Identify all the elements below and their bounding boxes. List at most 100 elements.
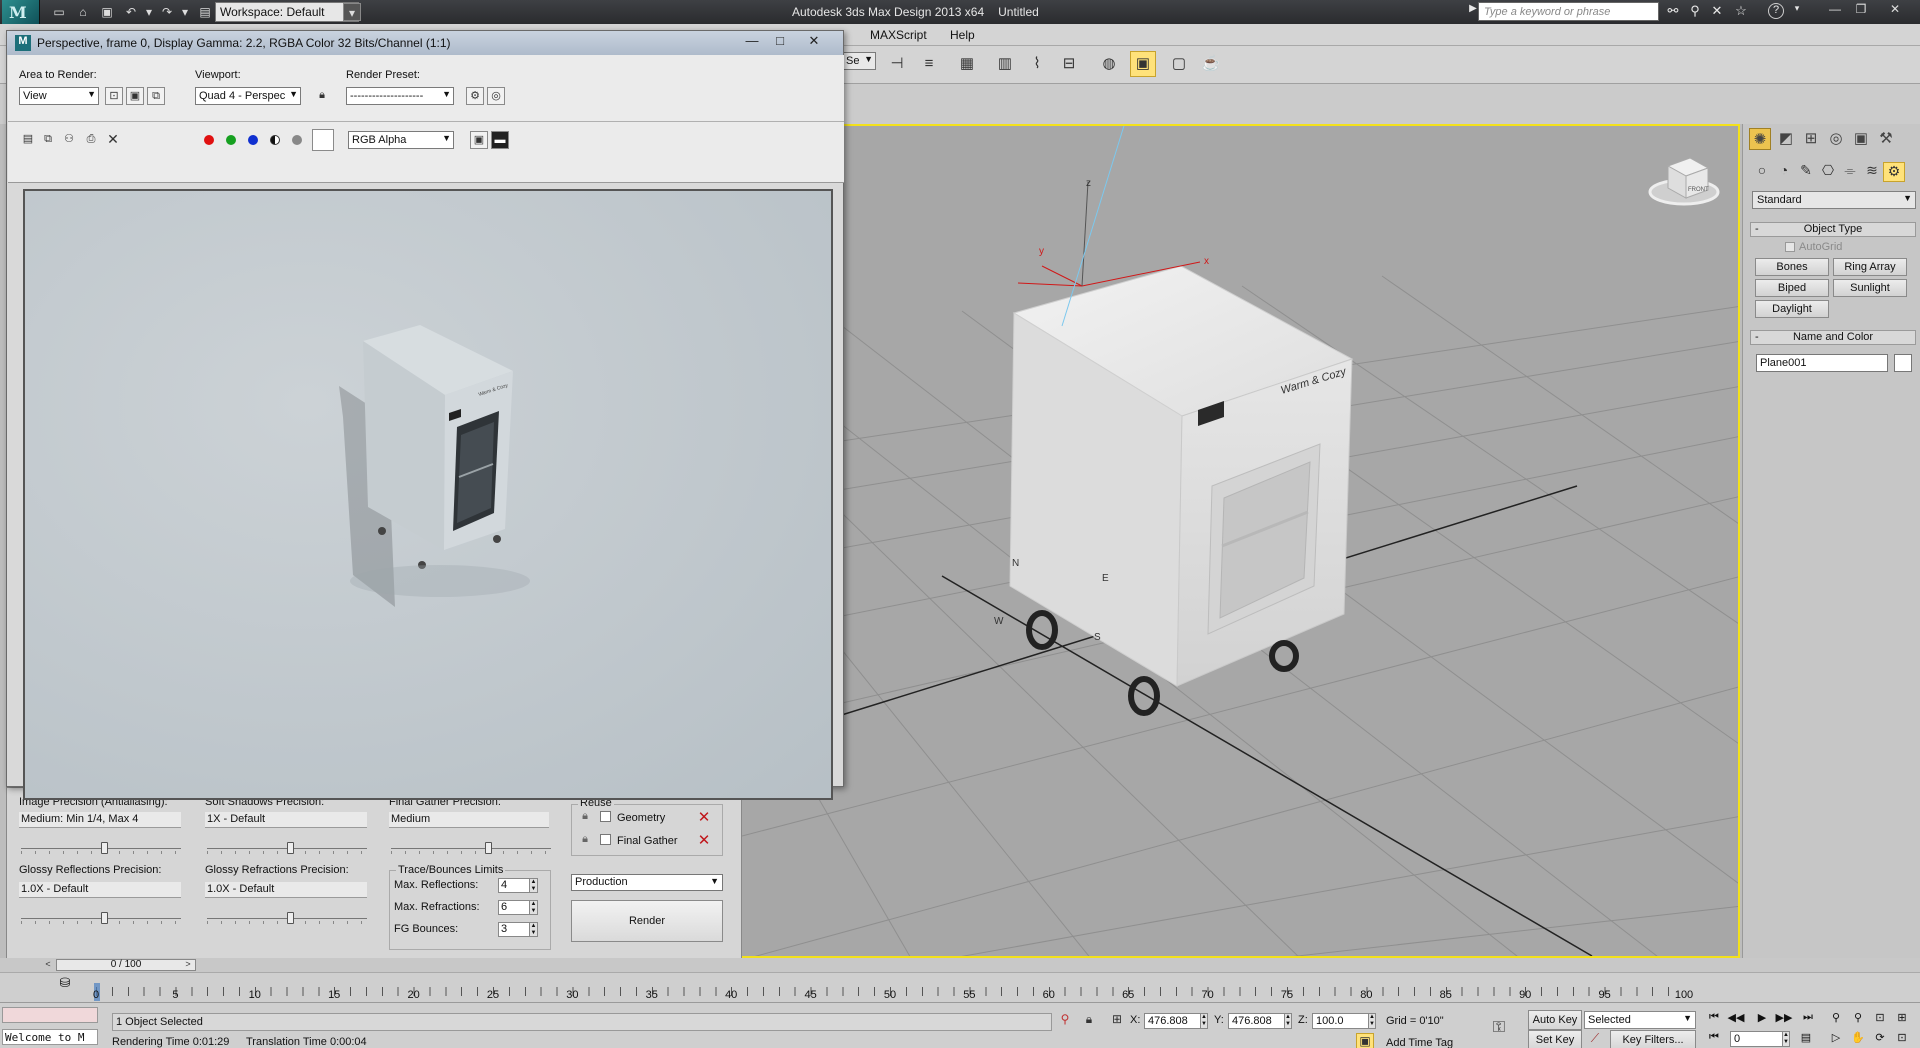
helpers-icon[interactable]: ⌯	[1839, 162, 1861, 182]
graphite-toggle-icon[interactable]: ▥	[992, 51, 1018, 77]
workspace-dropdown[interactable]: Workspace: Default ▼	[215, 2, 359, 22]
set-key-button[interactable]: Set Key	[1528, 1030, 1582, 1048]
go-to-end-icon[interactable]: ⏭	[1798, 1011, 1818, 1029]
default-in-out-tangent-icon[interactable]: ⟋	[1586, 1031, 1604, 1048]
key-selection-dropdown[interactable]: Selected ▼	[1584, 1011, 1696, 1029]
render-production-icon[interactable]: ☕	[1198, 51, 1224, 77]
blue-channel-toggle[interactable]	[248, 135, 258, 145]
red-channel-toggle[interactable]	[204, 135, 214, 145]
display-tab-icon[interactable]: ▣	[1850, 128, 1872, 150]
motion-tab-icon[interactable]: ◎	[1825, 128, 1847, 150]
name-and-color-rollout[interactable]: - Name and Color	[1750, 330, 1916, 345]
slider-thumb[interactable]	[101, 912, 108, 924]
clone-window-icon[interactable]: ⚇	[60, 131, 78, 149]
toggle-ui-icon[interactable]: ▬	[491, 131, 509, 149]
spinner-arrows-icon[interactable]: ▲ ▼	[1368, 1013, 1376, 1029]
star-icon[interactable]: ☆	[1732, 3, 1750, 21]
track-bar-filter-icon[interactable]: ⛁	[54, 975, 76, 997]
key-icon[interactable]: ⚲	[1686, 3, 1704, 21]
spinner-arrows-icon[interactable]: ▲ ▼	[1200, 1013, 1208, 1029]
z-coordinate-input[interactable]: 100.0 ▲ ▼	[1312, 1013, 1376, 1029]
redo-icon[interactable]: ↷	[158, 3, 176, 21]
close-icon[interactable]: ✕	[1884, 2, 1906, 20]
maximize-icon[interactable]: □	[767, 33, 793, 51]
channel-display-dropdown[interactable]: RGB Alpha ▼	[348, 131, 454, 149]
exchange-icon[interactable]: ✕	[1708, 3, 1726, 21]
fg-bounces-spinner[interactable]: 3 ▲ ▼	[498, 922, 538, 937]
environment-effects-icon[interactable]: ◎	[487, 87, 505, 105]
set-key-mode-icon[interactable]: ⚿	[1490, 1019, 1508, 1037]
zoom-all-icon[interactable]: ⚲	[1848, 1011, 1868, 1029]
play-icon[interactable]: ▶	[1752, 1011, 1772, 1029]
slider-thumb[interactable]	[485, 842, 492, 854]
undo-icon[interactable]: ↶	[122, 3, 140, 21]
area-to-render-dropdown[interactable]: View ▼	[19, 87, 99, 105]
minimize-icon[interactable]: —	[739, 33, 765, 51]
color-swatch[interactable]	[312, 129, 334, 151]
modify-tab-icon[interactable]: ◩	[1775, 128, 1797, 150]
space-warps-icon[interactable]: ≋	[1861, 162, 1883, 182]
absolute-mode-icon[interactable]: ⊞	[1108, 1012, 1126, 1030]
y-coordinate-input[interactable]: 476.808 ▲ ▼	[1228, 1013, 1292, 1029]
time-configuration-icon[interactable]: ▤	[1796, 1031, 1816, 1048]
redo-dropdown-icon[interactable]: ▾	[176, 3, 194, 21]
rendered-frame-window-icon[interactable]: ▢	[1166, 51, 1192, 77]
layer-manager-icon[interactable]: ▦	[954, 51, 980, 77]
lights-icon[interactable]: ✎	[1795, 162, 1817, 182]
auto-key-button[interactable]: Auto Key	[1528, 1010, 1582, 1030]
object-name-input[interactable]: Plane001	[1756, 354, 1888, 372]
glossy-reflections-slider[interactable]	[21, 912, 181, 924]
application-menu-button[interactable]: M	[2, 0, 40, 26]
object-color-swatch[interactable]	[1894, 354, 1912, 372]
key-mode-toggle-icon[interactable]: ⏮	[1704, 1031, 1724, 1048]
field-of-view-icon[interactable]: ▷	[1826, 1031, 1846, 1048]
render-mode-dropdown[interactable]: Production ▼	[571, 874, 723, 891]
new-file-icon[interactable]: ▭	[50, 3, 68, 21]
auto-region-icon[interactable]: ▣	[126, 87, 144, 105]
viewcube[interactable]: FRONT	[1648, 157, 1720, 206]
geometry-icon[interactable]: ○	[1751, 162, 1773, 182]
create-tab-icon[interactable]: ✺	[1749, 128, 1771, 150]
slider-thumb[interactable]	[287, 912, 294, 924]
reuse-final-gather-checkbox[interactable]: Final Gather	[600, 834, 678, 847]
viewport-dropdown[interactable]: Quad 4 - Perspec ▼	[195, 87, 301, 105]
save-file-icon[interactable]: ▣	[98, 3, 116, 21]
hierarchy-tab-icon[interactable]: ⊞	[1800, 128, 1822, 150]
spinner-arrows-icon[interactable]: ▲ ▼	[529, 878, 538, 893]
render-preset-dropdown[interactable]: -------------------- ▼	[346, 87, 454, 105]
search-input[interactable]: Type a keyword or phrase	[1478, 2, 1659, 21]
curve-editor-icon[interactable]: ⌇	[1024, 51, 1050, 77]
slider-thumb[interactable]	[101, 842, 108, 854]
spinner-arrows-icon[interactable]: ▲ ▼	[529, 900, 538, 915]
minimize-icon[interactable]: —	[1824, 2, 1846, 20]
final-gather-slider[interactable]	[391, 842, 551, 854]
undo-dropdown-icon[interactable]: ▾	[140, 3, 158, 21]
spinner-arrows-icon[interactable]: ▲ ▼	[529, 922, 538, 937]
lock-icon[interactable]: 🔒︎	[578, 810, 592, 826]
glossy-refractions-slider[interactable]	[207, 912, 367, 924]
alpha-channel-toggle[interactable]	[270, 135, 280, 145]
maxscript-listener-input[interactable]: Welcome to M	[2, 1029, 98, 1045]
spinner-arrows-icon[interactable]: ▲ ▼	[1782, 1031, 1790, 1047]
image-precision-slider[interactable]	[21, 842, 181, 854]
workspace-arrow-icon[interactable]: ▾	[343, 3, 361, 21]
clear-final-gather-cache-icon[interactable]: ✕	[696, 833, 712, 849]
clear-image-icon[interactable]: ✕	[104, 131, 122, 149]
green-channel-toggle[interactable]	[226, 135, 236, 145]
ring-array-button[interactable]: Ring Array	[1833, 258, 1907, 276]
copy-region-icon[interactable]: ⧉	[147, 87, 165, 105]
isolate-selection-icon[interactable]: ⚲	[1056, 1012, 1074, 1030]
x-coordinate-input[interactable]: 476.808 ▲ ▼	[1144, 1013, 1208, 1029]
current-frame-input[interactable]: 0 ▲ ▼	[1730, 1031, 1790, 1047]
print-image-icon[interactable]: ⎙	[82, 131, 100, 149]
schematic-view-icon[interactable]: ⊟	[1056, 51, 1082, 77]
menu-help[interactable]: Help	[950, 28, 975, 42]
zoom-extents-icon[interactable]: ⊡	[1870, 1011, 1890, 1029]
open-file-icon[interactable]: ⌂	[74, 3, 92, 21]
shapes-icon[interactable]: ◔	[1773, 162, 1795, 182]
object-type-rollout[interactable]: - Object Type	[1750, 222, 1916, 237]
restore-icon[interactable]: ❐	[1850, 2, 1872, 20]
go-to-start-icon[interactable]: ⏮	[1704, 1011, 1724, 1029]
orbit-icon[interactable]: ⟳	[1870, 1031, 1890, 1048]
systems-icon[interactable]: ⚙	[1883, 162, 1905, 182]
